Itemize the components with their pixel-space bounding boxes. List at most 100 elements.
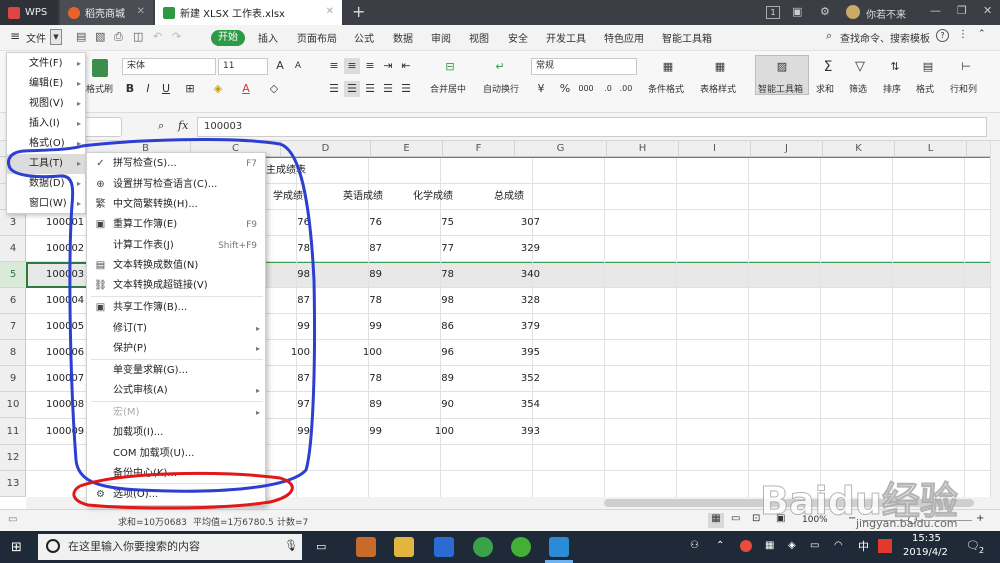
data-cell[interactable]: 87 [316,236,388,262]
table-style-icon[interactable]: ▦ [712,59,728,75]
tab-xlsx-file[interactable]: 新建 XLSX 工作表.xlsx ✕ [155,0,342,25]
zoom-in-icon[interactable]: + [976,513,984,524]
tray-extra-icon[interactable]: ▦ [765,540,774,551]
redo-icon[interactable]: ↷ [172,30,181,43]
wps-app-icon[interactable] [434,537,454,557]
data-cell[interactable]: 100 [388,419,460,445]
sogou-icon[interactable] [878,539,892,553]
table-style-button[interactable]: 表格样式 [700,82,736,95]
tools-menu-item[interactable]: 加载项(I)... [87,423,267,443]
ribbon-tab-features[interactable]: 特色应用 [604,30,644,45]
hamburger-icon[interactable]: ≡ [10,29,20,43]
filter-icon[interactable]: ▽ [852,59,868,75]
collapse-ribbon-icon[interactable]: ⌃ [978,29,986,39]
row-col-button[interactable]: 行和列 [950,82,977,95]
minimize-icon[interactable]: — [930,4,941,17]
column-title-cell[interactable]: 总成绩 [466,184,558,210]
preview-icon[interactable]: ◫ [133,30,143,43]
tab-docer-store[interactable]: 稻壳商城 ✕ [60,0,153,25]
tools-menu-item[interactable]: 计算工作表(J) Shift+F9 [87,236,267,256]
save-icon[interactable]: ▤ [76,30,86,43]
underline-icon[interactable]: U [158,81,174,97]
tools-menu-item[interactable]: ⊕ 设置拼写检查语言(C)... [87,175,267,195]
microphone-icon[interactable]: 🎙︎ [284,539,298,552]
data-cell[interactable]: 352 [460,366,546,392]
align-right-icon[interactable]: ☰ [362,81,378,97]
column-header[interactable]: I [679,141,751,157]
zoom-icon[interactable]: ⌕ [158,119,164,133]
outdent-icon[interactable]: ⇤ [398,58,414,74]
italic-icon[interactable]: I [140,81,156,97]
column-header[interactable]: L [895,141,967,157]
tools-menu-item[interactable]: 保护(P) ▸ [87,339,267,359]
conditional-format-icon[interactable]: ▦ [660,59,676,75]
tab-wps[interactable]: WPS [0,0,58,25]
font-color-icon[interactable]: A [238,81,254,97]
data-cell[interactable]: 78 [316,288,388,314]
data-cell[interactable]: 393 [460,419,546,445]
wechat-icon[interactable] [511,537,531,557]
maximize-icon[interactable]: ❐ [957,4,967,17]
tools-menu-item[interactable]: COM 加载项(U)... [87,444,267,464]
undo-icon[interactable]: ↶ [153,30,162,43]
thousands-icon[interactable]: 000 [578,81,594,97]
close-icon[interactable]: ✕ [137,6,145,17]
font-name-select[interactable]: 宋体 [122,58,216,75]
task-view-icon[interactable]: ▭ [316,540,326,553]
row-header[interactable]: 6 [0,288,26,314]
file-menu-item[interactable]: 文件(F) ▸ [7,54,87,74]
notes-app-icon[interactable] [356,537,376,557]
tray-app-2-icon[interactable]: ◈ [788,540,796,551]
data-cell[interactable]: 89 [316,392,388,418]
file-menu-item[interactable]: 数据(D) ▸ [7,174,87,194]
font-size-select[interactable]: 11 [218,58,268,75]
file-menu-item[interactable]: 视图(V) ▸ [7,94,87,114]
chevron-up-icon[interactable]: ⌃ [716,540,724,551]
align-center-icon[interactable]: ☰ [344,81,360,97]
tools-menu-item[interactable]: 宏(M) ▸ [87,403,267,423]
data-cell[interactable]: 98 [388,288,460,314]
decrease-font-icon[interactable]: A [290,58,306,74]
new-tab-button[interactable]: + [352,2,365,21]
row-header[interactable]: 12 [0,445,26,471]
file-menu-button[interactable]: 文件 [26,30,46,45]
skin-icon[interactable]: ▣ [792,5,802,18]
filter-button[interactable]: 筛选 [849,82,867,95]
ribbon-tab-insert[interactable]: 插入 [258,30,278,45]
file-menu-item[interactable]: 窗口(W) ▸ [7,194,87,214]
windows-start-icon[interactable]: ⊞ [11,540,22,555]
fill-color-icon[interactable]: ◈ [210,81,226,97]
chevron-down-icon[interactable]: ▼ [50,29,62,45]
format-painter-icon[interactable] [92,59,108,77]
ribbon-tab-page-layout[interactable]: 页面布局 [297,30,337,45]
column-title-cell[interactable]: 英语成绩 [326,184,406,210]
clock-time[interactable]: 15:35 [912,533,941,544]
close-icon[interactable]: ✕ [326,6,334,17]
file-menu-item[interactable]: 工具(T) ▸ [7,154,87,174]
sort-button[interactable]: 排序 [883,82,901,95]
data-cell[interactable]: 78 [388,262,460,288]
merge-center-icon[interactable]: ⊟ [442,59,458,75]
file-menu-item[interactable]: 格式(O) ▸ [7,134,87,154]
bold-icon[interactable]: B [122,81,138,97]
tools-menu-item[interactable]: 公式审核(A) ▸ [87,381,267,401]
tools-menu-item[interactable]: 繁中文简繁转换(H)... [87,195,267,215]
file-menu-item[interactable]: 编辑(E) ▸ [7,74,87,94]
align-top-icon[interactable]: ≡ [326,58,342,74]
ribbon-tab-security[interactable]: 安全 [508,30,528,45]
data-cell[interactable]: 86 [388,314,460,340]
row-col-icon[interactable]: ⊢ [958,59,974,75]
number-format-select[interactable]: 常规 [531,58,637,75]
network-icon[interactable]: ◠ [834,540,843,551]
ribbon-tab-home[interactable]: 开始 [211,30,245,46]
indent-icon[interactable]: ⇥ [380,58,396,74]
data-cell[interactable]: 379 [460,314,546,340]
macro-icon[interactable]: ▭ [8,514,17,525]
column-header[interactable]: K [823,141,895,157]
data-cell[interactable]: 78 [316,366,388,392]
ribbon-tab-developer[interactable]: 开发工具 [546,30,586,45]
browser-icon[interactable] [473,537,493,557]
data-cell[interactable]: 76 [316,210,388,236]
tools-menu-item[interactable]: ▣ 共享工作簿(B)... [87,298,267,318]
ribbon-tab-review[interactable]: 审阅 [431,30,451,45]
